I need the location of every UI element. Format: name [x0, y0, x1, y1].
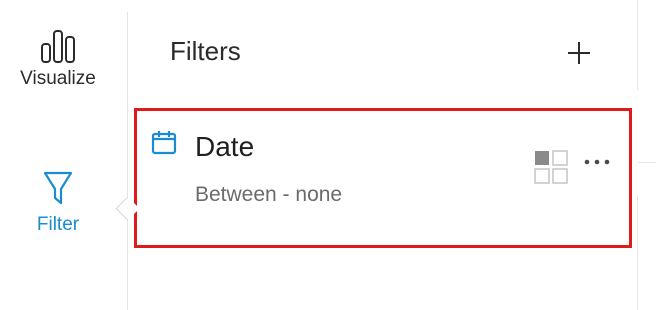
nav-filter[interactable]: Filter: [0, 170, 116, 236]
panel-edge: [637, 0, 638, 90]
nav-filter-label: Filter: [36, 214, 80, 235]
divider: [637, 162, 656, 163]
filter-condition: Between - none: [195, 183, 343, 206]
filter-card-date[interactable]: Date Between - none: [134, 108, 632, 248]
nav-visualize-label: Visualize: [20, 68, 96, 89]
panel-edge: [637, 195, 638, 310]
filter-field-name: Date: [195, 131, 255, 162]
panel-title: Filters: [170, 36, 241, 66]
bar-chart-icon: [41, 30, 75, 63]
app-window: Visualize Filter Filters Date Between - …: [0, 0, 656, 310]
layout-grid-icon[interactable]: [533, 149, 569, 185]
more-horizontal-icon[interactable]: [583, 157, 611, 167]
nav-visualize[interactable]: Visualize: [0, 28, 116, 90]
filters-panel: Filters Date Between - none: [128, 0, 656, 310]
calendar-icon: [151, 131, 177, 155]
funnel-icon: [43, 171, 73, 205]
add-filter-button[interactable]: [564, 38, 594, 68]
left-nav-rail: Visualize Filter: [0, 0, 128, 310]
